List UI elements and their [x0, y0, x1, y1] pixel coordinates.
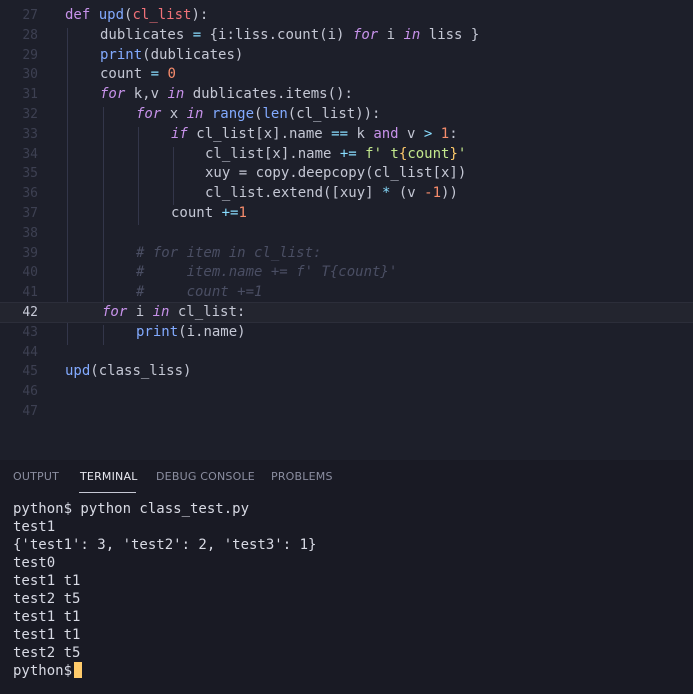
code-line[interactable]: 31 for k,v in dublicates.items(): [0, 85, 693, 105]
code-text: for i in cl_list: [102, 304, 246, 320]
code-line[interactable]: 40 # item.name += f' T{count}' [0, 263, 693, 283]
code-line[interactable]: 36 cl_list.extend([xuy] * (v -1)) [0, 184, 693, 204]
code-line[interactable]: 37 count +=1 [0, 204, 693, 224]
code-line[interactable]: 29 print(dublicates) [0, 46, 693, 66]
terminal-line: test1 t1 [13, 609, 81, 625]
terminal-line: test0 [13, 555, 56, 571]
code-line[interactable]: 27 def upd(cl_list): [0, 6, 693, 26]
line-number: 46 [22, 384, 38, 400]
line-number: 36 [22, 186, 38, 202]
terminal-line: {'test1': 3, 'test2': 2, 'test3': 1} [13, 537, 317, 553]
line-number: 29 [22, 47, 38, 63]
terminal-line: test2 t5 [13, 591, 81, 607]
line-number: 45 [22, 364, 38, 380]
tab-debug-console[interactable]: DEBUG CONSOLE [156, 470, 255, 483]
code-text: cl_list.extend([xuy] * (v -1)) [205, 185, 458, 202]
code-line[interactable]: 30 count = 0 [0, 65, 693, 85]
code-text: count +=1 [171, 205, 247, 221]
line-number: 27 [22, 8, 38, 23]
active-tab-indicator [79, 492, 136, 493]
code-editor[interactable]: 27 def upd(cl_list): 28 dublicates = {i:… [0, 0, 693, 460]
code-line[interactable]: 35 xuy = copy.deepcopy(cl_list[x]) [0, 164, 693, 184]
terminal-line: test2 t5 [13, 645, 81, 661]
code-line[interactable]: 34 cl_list[x].name += f' t{count}' [0, 145, 693, 165]
line-number: 30 [22, 67, 38, 83]
code-text: def upd(cl_list): [65, 7, 209, 23]
terminal-cursor [74, 662, 83, 678]
line-number: 41 [22, 285, 38, 301]
terminal-line: python$ python class_test.py [13, 501, 250, 517]
terminal-line: test1 t1 [13, 573, 81, 589]
line-number: 32 [22, 107, 38, 122]
code-line-active[interactable]: 42 for i in cl_list: [0, 302, 693, 323]
line-number: 37 [22, 206, 38, 221]
code-line[interactable]: 44 [0, 343, 693, 363]
code-text: if cl_list[x].name == k and v > 1: [171, 125, 458, 142]
code-comment: # count +=1 [136, 284, 263, 301]
code-line[interactable]: 46 [0, 382, 693, 402]
code-line[interactable]: 43 print(i.name) [0, 323, 693, 343]
line-number: 47 [22, 404, 38, 419]
code-line[interactable]: 47 [0, 402, 693, 422]
code-comment: # item.name += f' T{count}' [136, 264, 398, 281]
code-text: for k,v in dublicates.items(): [100, 86, 353, 103]
bottom-panel: OUTPUT TERMINAL DEBUG CONSOLE PROBLEMS p… [0, 460, 693, 694]
line-number: 39 [22, 245, 38, 261]
code-line[interactable]: 33 if cl_list[x].name == k and v > 1: [0, 125, 693, 145]
terminal-prompt: python$ [13, 663, 73, 679]
line-number: 44 [22, 344, 38, 360]
terminal-output[interactable]: python$ python class_test.py test1 {'test1… [13, 500, 316, 680]
line-number: 34 [22, 146, 38, 162]
code-text: cl_list[x].name += f' t{count}' [205, 145, 467, 162]
line-number: 33 [22, 126, 38, 142]
line-number: 31 [22, 87, 38, 103]
terminal-prompt-line[interactable]: python$ [13, 662, 316, 680]
code-line[interactable]: 32 for x in range(len(cl_list)): [0, 105, 693, 125]
tab-output[interactable]: OUTPUT [13, 470, 59, 483]
code-text: dublicates = {i:liss.count(i) for i in l… [100, 26, 480, 43]
code-line[interactable]: 28 dublicates = {i:liss.count(i) for i i… [0, 26, 693, 46]
line-number: 40 [22, 265, 38, 281]
panel-tabs: OUTPUT TERMINAL DEBUG CONSOLE PROBLEMS [0, 460, 693, 496]
code-text: print(i.name) [136, 323, 246, 340]
code-line[interactable]: 39 # for item in cl_list: [0, 244, 693, 264]
code-text: print(dublicates) [100, 46, 244, 63]
code-text: xuy = copy.deepcopy(cl_list[x]) [205, 165, 467, 182]
code-text: count = 0 [100, 66, 176, 83]
code-line[interactable]: 38 [0, 224, 693, 244]
code-comment: # for item in cl_list: [136, 244, 322, 261]
code-line[interactable]: 41 # count +=1 [0, 283, 693, 303]
code-text: for x in range(len(cl_list)): [136, 106, 381, 122]
terminal-line: test1 t1 [13, 627, 81, 643]
line-number: 35 [22, 166, 38, 182]
code-text: upd(class_liss) [65, 363, 192, 380]
line-number: 42 [22, 305, 38, 320]
line-number: 28 [22, 27, 38, 43]
tab-problems[interactable]: PROBLEMS [271, 470, 333, 483]
terminal-line: test1 [13, 519, 56, 535]
tab-terminal[interactable]: TERMINAL [80, 470, 138, 483]
line-number: 43 [22, 324, 38, 340]
line-number: 38 [22, 225, 38, 241]
code-line[interactable]: 45 upd(class_liss) [0, 362, 693, 382]
